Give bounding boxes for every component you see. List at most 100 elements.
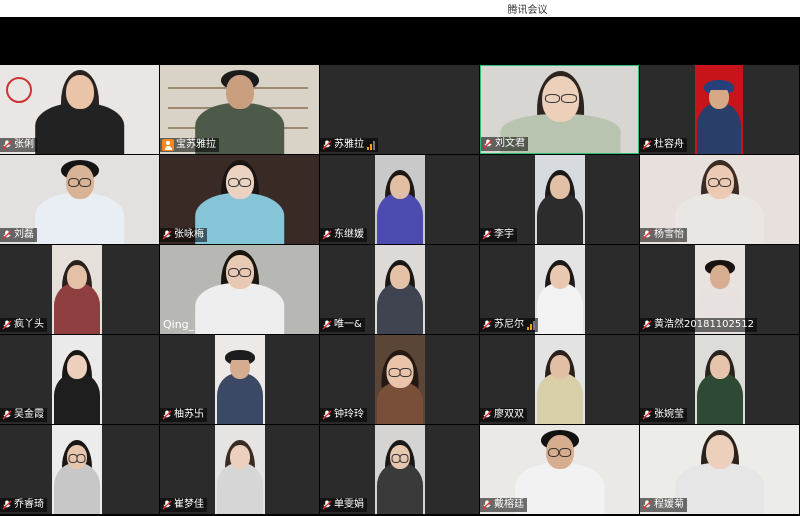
- app-title: 腾讯会议: [507, 5, 548, 16]
- participant-tile[interactable]: 苏雅拉: [320, 65, 479, 154]
- participant-name: 杨雪怡: [654, 229, 684, 240]
- participant-tile[interactable]: 杜容舟: [640, 65, 799, 154]
- participant-body: [217, 373, 263, 424]
- participant-body: [697, 103, 741, 154]
- participant-name: 杜容舟: [654, 139, 684, 150]
- participant-tile[interactable]: 柚苏卐: [160, 335, 319, 424]
- name-plate: 李宇: [480, 228, 517, 242]
- participant-tile[interactable]: 宝苏雅拉: [160, 65, 319, 154]
- mic-muted-icon: [483, 139, 493, 149]
- participant-tile[interactable]: 钟玲玲: [320, 335, 479, 424]
- name-plate: 疯丫头: [0, 318, 47, 332]
- participant-name: 戴榕廷: [494, 499, 524, 510]
- participant-tile[interactable]: 张俐: [0, 65, 159, 154]
- cap: [706, 81, 732, 90]
- cap: [227, 351, 253, 360]
- name-plate: 东继媛: [320, 228, 367, 242]
- participant-video: [375, 335, 425, 424]
- participant-face: [67, 355, 87, 380]
- participant-tile[interactable]: 刘文君: [480, 65, 639, 154]
- mic-muted-icon: [482, 230, 492, 240]
- name-plate: Qing_: [160, 318, 197, 332]
- mic-muted-icon: [322, 410, 332, 420]
- mic-muted-icon: [322, 500, 332, 510]
- toolbar-area: [0, 17, 800, 65]
- mic-muted-icon: [642, 500, 652, 510]
- glasses: [388, 367, 412, 377]
- name-plate: 刘文君: [481, 137, 528, 151]
- participant-body: [377, 283, 423, 334]
- name-plate: 宝苏雅拉: [160, 138, 219, 152]
- participant-tile[interactable]: 苏尼尔: [480, 245, 639, 334]
- participant-video: [535, 335, 585, 424]
- participant-body: [377, 381, 423, 424]
- participant-video: [695, 335, 745, 424]
- participant-tile[interactable]: 张咏梅: [160, 155, 319, 244]
- glasses: [67, 177, 92, 187]
- participant-face: [550, 175, 570, 200]
- title-bar: 腾讯会议: [0, 0, 800, 17]
- participant-body: [34, 103, 125, 154]
- glasses: [391, 454, 409, 464]
- participant-name: 东继媛: [334, 229, 364, 240]
- mic-muted-icon: [642, 320, 652, 330]
- name-plate: 黄浩然20181102512: [640, 318, 757, 332]
- participant-video: [52, 425, 102, 514]
- signal-icon: [527, 320, 535, 330]
- participant-tile[interactable]: 吴金霞: [0, 335, 159, 424]
- mic-muted-icon: [482, 500, 492, 510]
- glasses: [544, 93, 577, 103]
- participant-tile[interactable]: 廖双双: [480, 335, 639, 424]
- mic-muted-icon: [482, 410, 492, 420]
- glasses: [547, 447, 572, 457]
- mic-muted-icon: [162, 500, 172, 510]
- participant-name: 张婉莹: [654, 409, 684, 420]
- glasses: [707, 177, 732, 187]
- participant-face: [710, 355, 730, 380]
- participant-video: [375, 155, 425, 244]
- participant-body: [674, 463, 765, 514]
- name-plate: 乔睿琦: [0, 498, 47, 512]
- mic-muted-icon: [322, 320, 332, 330]
- participant-tile[interactable]: 乔睿琦: [0, 425, 159, 514]
- wall-decoration: [6, 77, 32, 103]
- participant-tile[interactable]: Qing_: [160, 245, 319, 334]
- participant-video: [215, 335, 265, 424]
- participant-tile[interactable]: 李宇: [480, 155, 639, 244]
- participant-tile[interactable]: 黄浩然20181102512: [640, 245, 799, 334]
- participant-tile[interactable]: 疯丫头: [0, 245, 159, 334]
- participant-tile[interactable]: 唯一&: [320, 245, 479, 334]
- mic-muted-icon: [482, 320, 492, 330]
- participant-face: [550, 265, 570, 290]
- participant-body: [54, 373, 100, 424]
- participant-tile[interactable]: 东继媛: [320, 155, 479, 244]
- participant-video: [535, 155, 585, 244]
- participant-body: [537, 373, 583, 424]
- participant-tile[interactable]: 单雯娟: [320, 425, 479, 514]
- video-grid: 张俐 宝苏雅拉 苏雅拉 刘文君 杜容舟刘磊 张咏梅 东继媛 李宇 杨雪怡疯丫头 Qing_ 唯一& 苏…: [0, 65, 800, 516]
- participant-tile[interactable]: 戴榕廷: [480, 425, 639, 514]
- participant-body: [377, 463, 423, 514]
- participant-tile[interactable]: 杨雪怡: [640, 155, 799, 244]
- name-plate: 程媛菊: [640, 498, 687, 512]
- name-plate: 苏尼尔: [480, 318, 538, 332]
- participant-tile[interactable]: 张婉莹: [640, 335, 799, 424]
- participant-name: 李宇: [494, 229, 514, 240]
- participant-name: Qing_: [163, 318, 195, 331]
- participant-face: [550, 355, 570, 380]
- participant-video: [375, 245, 425, 334]
- participant-video: [535, 245, 585, 334]
- participant-tile[interactable]: 程媛菊: [640, 425, 799, 514]
- participant-name: 廖双双: [494, 409, 524, 420]
- mic-muted-icon: [322, 140, 332, 150]
- participant-body: [217, 463, 263, 514]
- participant-name: 唯一&: [334, 319, 362, 330]
- mic-muted-icon: [2, 230, 12, 240]
- participant-tile[interactable]: 刘磊: [0, 155, 159, 244]
- participant-name: 疯丫头: [14, 319, 44, 330]
- mic-muted-icon: [162, 410, 172, 420]
- participant-body: [674, 193, 765, 244]
- name-plate: 钟玲玲: [320, 408, 367, 422]
- participant-tile[interactable]: 崔梦佳: [160, 425, 319, 514]
- mic-muted-icon: [642, 410, 652, 420]
